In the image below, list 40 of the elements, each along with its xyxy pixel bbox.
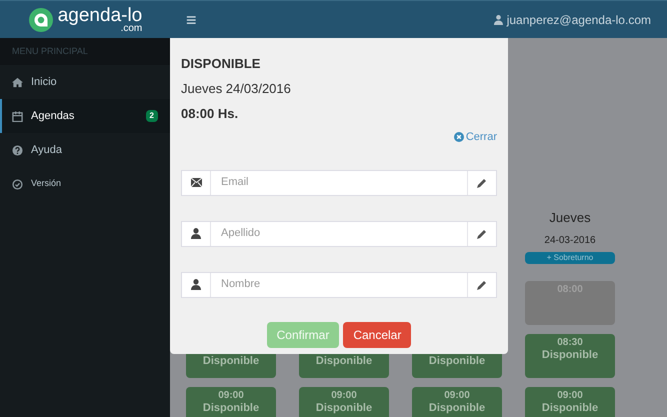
user-icon bbox=[191, 228, 201, 239]
logo-text: agenda-lo bbox=[58, 6, 142, 24]
sidebar-item[interactable]: Inicio bbox=[0, 65, 170, 99]
time-slot[interactable]: 09:00 Disponible bbox=[299, 387, 389, 417]
overbook-button[interactable]: + Sobreturno bbox=[525, 252, 615, 264]
confirm-button[interactable]: Confirmar bbox=[266, 322, 340, 348]
close-icon bbox=[454, 132, 464, 142]
pencil-icon bbox=[477, 228, 487, 238]
check-circle-icon bbox=[12, 178, 23, 190]
logo-domain: .com bbox=[120, 24, 142, 34]
help-icon bbox=[12, 144, 23, 156]
modal-date: Jueves 24/03/2016 bbox=[181, 80, 292, 98]
time-slot[interactable]: 08:30 Disponible bbox=[525, 334, 615, 378]
sidebar-item[interactable]: Versión bbox=[0, 167, 170, 201]
day-date: 24-03-2016 bbox=[543, 234, 597, 248]
time-slot[interactable]: 09:00 Disponible bbox=[525, 386, 615, 417]
sidebar-heading: MENU PRINCIPAL bbox=[0, 38, 170, 65]
calendar-icon bbox=[12, 110, 23, 122]
modal-time: 08:00 Hs. bbox=[181, 104, 240, 122]
sidebar-item[interactable]: Agendas 2 bbox=[0, 99, 170, 133]
home-icon bbox=[12, 76, 23, 88]
input-group[interactable]: Nombre bbox=[181, 272, 497, 298]
logo-icon bbox=[28, 6, 54, 32]
user-email[interactable]: juanperez@agenda-lo.com bbox=[506, 10, 651, 28]
close-link[interactable]: Cerrar bbox=[454, 129, 497, 146]
input-group[interactable]: Email bbox=[181, 170, 497, 196]
time-slot[interactable]: 09:00 Disponible bbox=[186, 387, 276, 417]
time-slot[interactable]: 09:00 Disponible bbox=[412, 387, 502, 417]
input-group[interactable]: Apellido bbox=[181, 220, 497, 246]
envelope-icon bbox=[190, 178, 202, 187]
count-badge: 2 bbox=[146, 110, 158, 122]
modal-title: DISPONIBLE bbox=[181, 56, 262, 72]
day-name: Jueves bbox=[548, 209, 592, 227]
user-icon bbox=[494, 14, 503, 24]
pencil-icon bbox=[477, 178, 487, 188]
menu-icon[interactable]: ≡ bbox=[186, 10, 197, 28]
cancel-button[interactable]: Cancelar bbox=[343, 322, 412, 348]
user-icon bbox=[191, 279, 201, 290]
sidebar-item[interactable]: Ayuda bbox=[0, 133, 170, 167]
pencil-icon bbox=[477, 280, 487, 290]
